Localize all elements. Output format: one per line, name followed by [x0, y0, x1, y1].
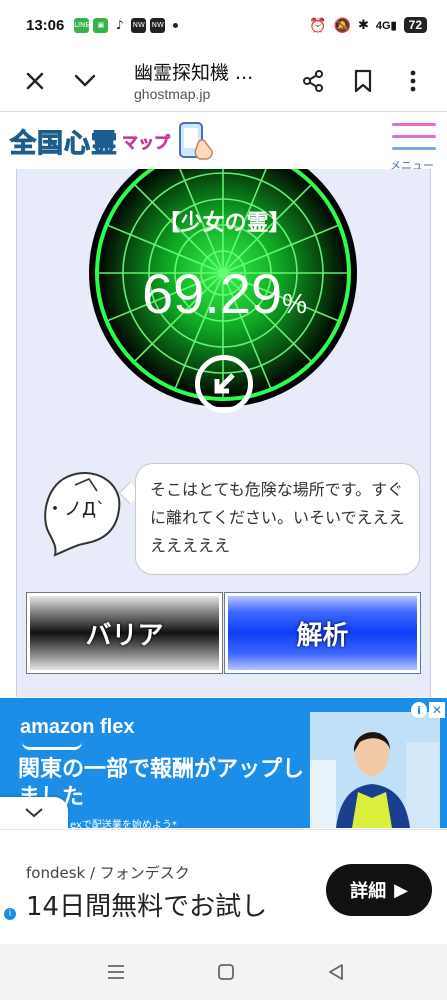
menu-button[interactable]: メニュー	[390, 121, 438, 172]
ghost-face: ・ノД`	[46, 499, 105, 520]
ad-info-icon[interactable]: i	[411, 702, 427, 718]
play-arrow-icon: ▶	[394, 879, 408, 901]
ghost-type-label: 【少女の霊】	[158, 211, 291, 236]
page-title: 幽霊探知機 ...	[134, 62, 254, 84]
page-url: ghostmap.jp	[134, 86, 211, 102]
fondesk-ad[interactable]: fondesk / フォンデスク 14日間無料でお試し 詳細 ▶ i	[0, 829, 447, 944]
app-notification-icon: ▣	[93, 17, 109, 33]
browser-toolbar: 幽霊探知機 ... ghostmap.jp	[0, 50, 447, 112]
menu-bar-2	[392, 135, 436, 138]
probability-value: 69.29	[141, 262, 283, 325]
ghost-probability: 69.29%	[17, 261, 430, 326]
chevron-down-icon[interactable]	[68, 64, 102, 98]
chevron-down-icon	[25, 808, 43, 818]
phone-touch-icon	[179, 122, 213, 160]
bluetooth-icon: ✱	[357, 17, 369, 32]
warning-message: そこはとても危険な場所です。すぐに離れてください。いそいでええええええええ	[135, 463, 420, 575]
news-icon: NW	[131, 17, 147, 33]
arrow-down-left-icon	[214, 373, 235, 394]
direction-arrow-button[interactable]	[195, 355, 253, 413]
site-logo[interactable]: 全国心霊 マップ	[9, 121, 216, 161]
ad-info-icon[interactable]: i	[4, 908, 16, 920]
share-icon[interactable]	[296, 64, 330, 98]
ad-close-icon[interactable]: ✕	[429, 702, 445, 718]
tiktok-icon: ♪	[112, 17, 128, 33]
menu-bar-3	[392, 147, 436, 150]
ghost-detector-panel: 【少女の霊】 69.29% ・ノД` そこはとても危険な場所です。すぐに離れてく…	[16, 169, 431, 697]
ad-subtext: exで配送業を始めよう*	[70, 820, 177, 828]
ghost-character: ・ノД`	[44, 472, 121, 557]
probability-unit: %	[282, 288, 308, 319]
status-right: ⏰ 🔕 ✱ 4G▮ 72	[309, 17, 427, 34]
battery-indicator: 72	[403, 17, 427, 33]
analyze-button[interactable]: 解析	[224, 592, 421, 674]
mute-icon: 🔕	[333, 16, 351, 33]
ad-collapse-tab[interactable]	[0, 797, 68, 829]
network-type: 4G	[375, 19, 391, 32]
amazon-smile-icon	[22, 742, 82, 750]
ad-brand: amazon flex	[20, 716, 135, 738]
more-notifications-icon	[173, 22, 179, 28]
ad-headline: 14日間無料でお試し	[26, 892, 268, 922]
back-icon[interactable]	[324, 960, 348, 984]
close-icon[interactable]	[18, 64, 52, 98]
system-nav-bar	[0, 944, 447, 1000]
barrier-button[interactable]: バリア	[26, 592, 223, 674]
logo-sub: マップ	[122, 133, 171, 153]
line-app-icon: LINE	[74, 17, 90, 33]
logo-text: 全国心霊	[9, 128, 119, 159]
cta-label: 詳細	[350, 881, 387, 902]
more-vert-icon[interactable]	[396, 64, 430, 98]
site-header: 全国心霊 マップ メニュー	[0, 113, 447, 172]
recents-icon[interactable]	[104, 960, 128, 984]
ad-brand: fondesk / フォンデスク	[26, 864, 190, 882]
menu-bar-1	[392, 123, 436, 126]
status-time: 13:06	[26, 16, 65, 34]
news-icon-2: NW	[150, 17, 166, 33]
ad-cta-button[interactable]: 詳細 ▶	[326, 864, 432, 916]
alarm-icon: ⏰	[309, 16, 327, 33]
notification-icons: LINE ▣ ♪ NW NW	[74, 17, 179, 33]
ad-person-image	[310, 712, 440, 828]
home-icon[interactable]	[214, 960, 238, 984]
bookmark-icon[interactable]	[346, 64, 380, 98]
signal-icon: 4G▮	[375, 19, 397, 32]
status-bar: 13:06 LINE ▣ ♪ NW NW ⏰ 🔕 ✱ 4G▮ 72	[0, 0, 447, 50]
